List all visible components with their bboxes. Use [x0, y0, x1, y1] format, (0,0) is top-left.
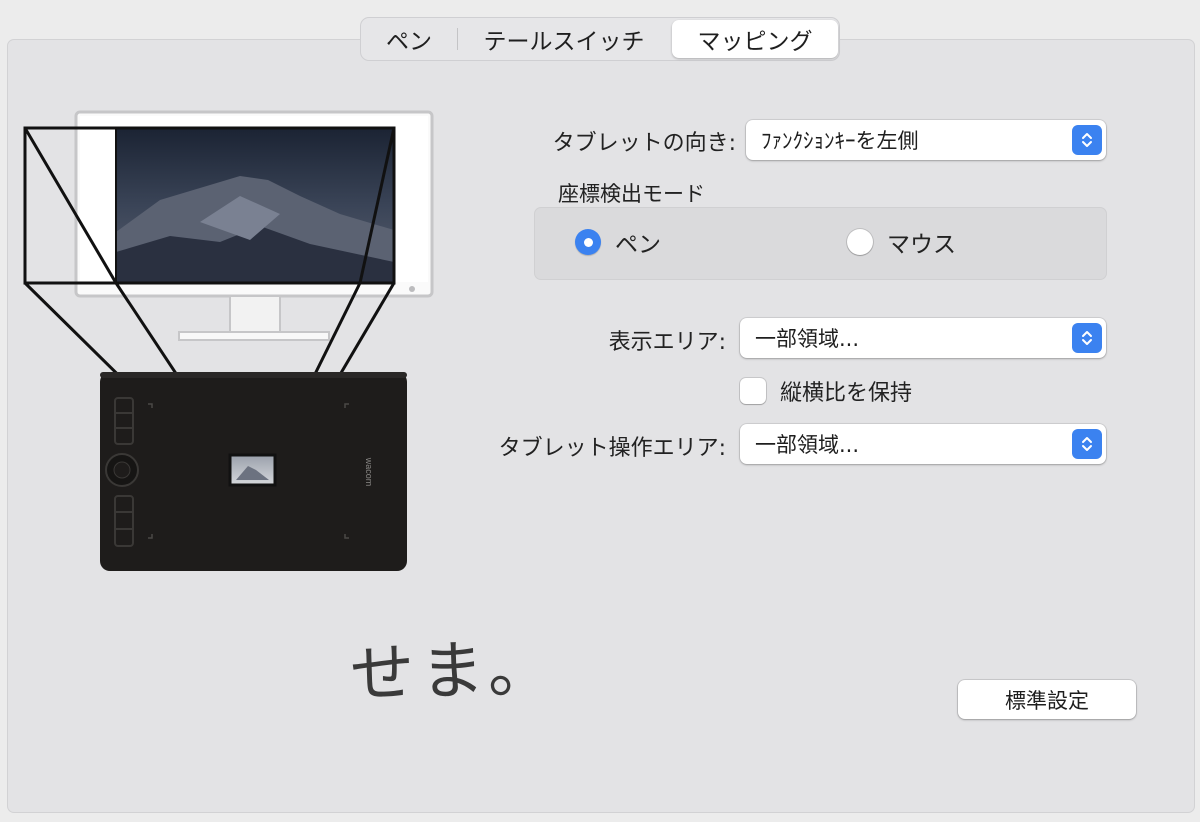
tab-mapping[interactable]: マッピング: [672, 20, 838, 58]
radio-selected-icon: [575, 229, 601, 255]
tablet-orientation-label: タブレットの向き:: [552, 131, 736, 156]
tablet-icon: wacom: [100, 372, 407, 571]
coordinate-mode-title: 座標検出モード: [558, 182, 705, 206]
handwritten-note: せま。: [348, 631, 559, 713]
keep-aspect-checkbox[interactable]: 縦横比を保持: [740, 375, 912, 407]
keep-aspect-label: 縦横比を保持: [780, 381, 913, 406]
tablet-orientation-popup[interactable]: ﾌｧﾝｸｼｮﾝｷｰを左側: [746, 120, 1106, 160]
tab-pen[interactable]: ペン: [361, 20, 457, 58]
display-area-value: 一部領域...: [755, 327, 860, 351]
chevron-updown-icon: [1072, 125, 1102, 155]
display-area-label: 表示エリア:: [608, 330, 726, 355]
tab-bar: ペン テールスイッチ マッピング: [360, 17, 840, 61]
display-area-popup[interactable]: 一部領域...: [740, 318, 1106, 358]
radio-pen[interactable]: ペン: [575, 225, 661, 259]
tab-tail-switch[interactable]: テールスイッチ: [458, 20, 670, 58]
radio-unselected-icon: [847, 229, 873, 255]
tablet-area-label: タブレット操作エリア:: [498, 436, 726, 461]
mapping-illustration: wacom: [23, 110, 434, 571]
tablet-area-popup[interactable]: 一部領域...: [740, 424, 1106, 464]
radio-mouse-label: マウス: [887, 232, 956, 258]
tablet-area-value: 一部領域...: [755, 433, 860, 457]
checkbox-box: [740, 378, 766, 404]
chevron-updown-icon: [1072, 429, 1102, 459]
default-settings-button[interactable]: 標準設定: [958, 680, 1136, 719]
chevron-updown-icon: [1072, 323, 1102, 353]
radio-mouse[interactable]: マウス: [847, 225, 956, 259]
radio-pen-label: ペン: [615, 232, 661, 258]
tablet-orientation-value: ﾌｧﾝｸｼｮﾝｷｰを左側: [761, 129, 919, 153]
brand-logo: wacom: [364, 457, 374, 487]
desktop-wallpaper: [116, 128, 394, 283]
